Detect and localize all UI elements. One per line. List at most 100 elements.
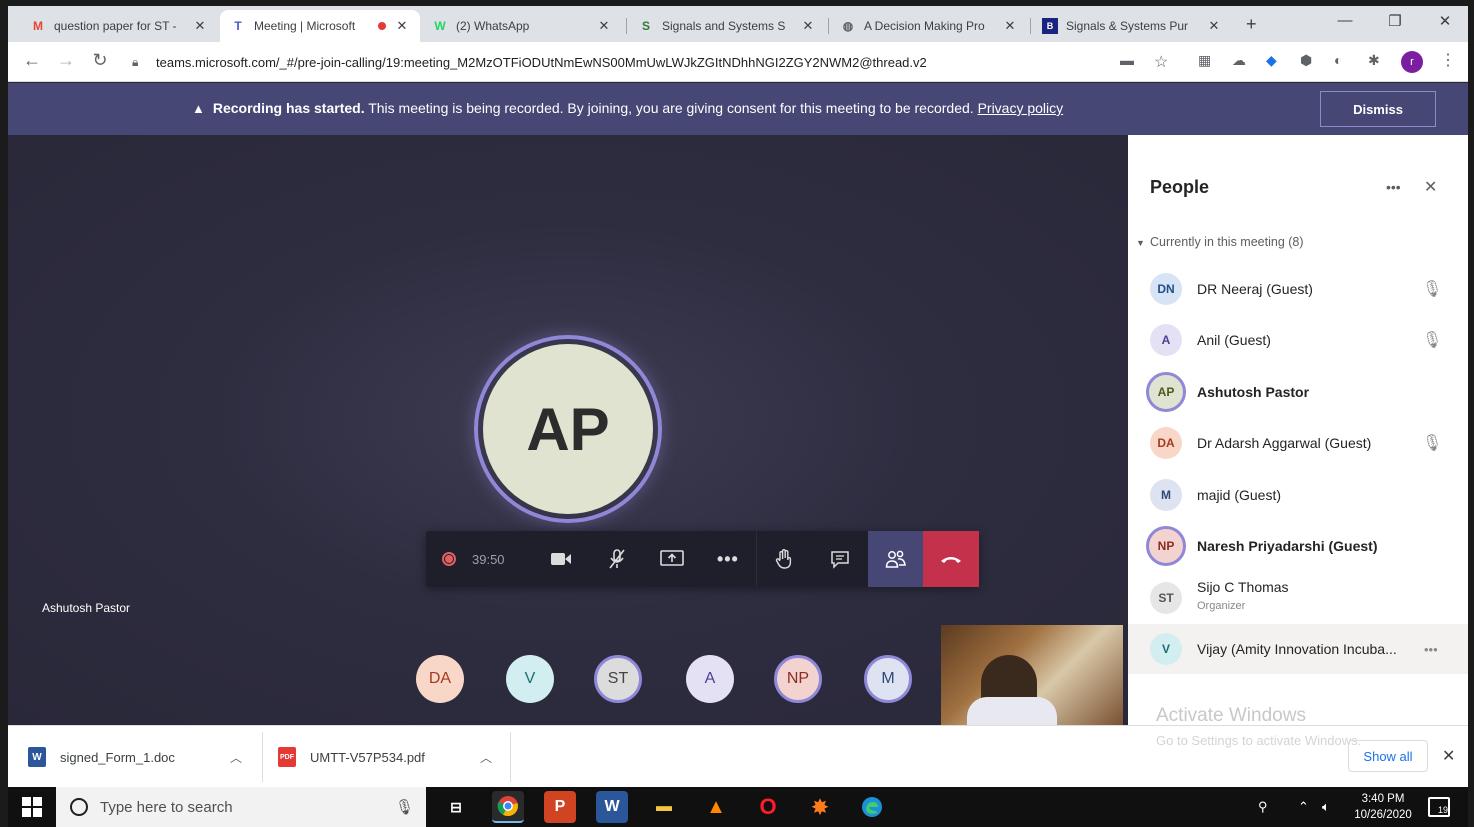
recording-message: ▲ Recording has started. This meeting is … [192, 100, 1063, 116]
lock-icon: 🔒︎ [132, 54, 139, 69]
chevron-down-icon: ▼ [1136, 238, 1145, 248]
close-tab-icon[interactable]: ✕ [192, 18, 208, 34]
extension-icon[interactable]: ◆ [1266, 52, 1277, 69]
dismiss-button[interactable]: Dismiss [1320, 91, 1436, 127]
raise-hand-button[interactable] [757, 531, 813, 587]
extension-icon[interactable]: ☁ [1232, 52, 1246, 69]
participant-row[interactable]: A Anil (Guest) 🎙︎ [1128, 315, 1468, 365]
downloads-bar: W signed_Form_1.doc ︿ PDF UMTT-V57P534.p… [8, 725, 1468, 787]
taskbar-search-box[interactable]: Type here to search 🎙︎ [56, 787, 426, 827]
recording-dot-icon [442, 552, 456, 566]
camera-permission-icon[interactable]: ▬ [1120, 52, 1134, 68]
people-icon [885, 550, 906, 568]
tab-title: (2) WhatsApp [456, 19, 530, 33]
participant-row[interactable]: NP Naresh Priyadarshi (Guest) [1128, 521, 1468, 571]
roster-avatar[interactable]: V [506, 655, 554, 703]
participant-row[interactable]: ST Sijo C Thomas Organizer [1128, 573, 1468, 623]
browser-tab[interactable]: B Signals & Systems Pur ✕ [1032, 10, 1232, 42]
show-all-downloads-button[interactable]: Show all [1348, 740, 1428, 772]
chat-button[interactable] [812, 531, 868, 587]
back-arrow-icon[interactable]: ← [20, 50, 44, 71]
close-tab-icon[interactable]: ✕ [394, 18, 410, 34]
extension-icon[interactable]: ⬢ [1300, 52, 1312, 69]
bookmark-star-icon[interactable]: ☆ [1154, 52, 1168, 72]
chevron-up-icon[interactable]: ︿ [230, 749, 242, 766]
app-icon[interactable]: ✸ [804, 791, 836, 823]
clock-time: 3:40 PM [1361, 793, 1405, 805]
address-bar[interactable]: 🔒︎ teams.microsoft.com/_#/pre-join-calli… [132, 47, 1112, 77]
participant-row[interactable]: DN DR Neeraj (Guest) 🎙︎ [1128, 264, 1468, 314]
new-tab-plus-icon[interactable]: + [1246, 14, 1257, 35]
ellipsis-icon: ••• [716, 548, 739, 569]
extension-icon[interactable]: ◐ [1334, 52, 1342, 68]
task-view-icon[interactable]: ⊟ [440, 791, 472, 823]
call-controls-bar: 39:50 ••• [426, 531, 980, 587]
browser-tab[interactable]: S Signals and Systems S ✕ [628, 10, 826, 42]
participant-row[interactable]: V Vijay (Amity Innovation Incuba... ••• [1128, 624, 1468, 674]
hang-up-button[interactable] [923, 531, 980, 587]
browser-tab[interactable]: ◍ A Decision Making Pro ✕ [830, 10, 1028, 42]
people-tray-icon[interactable]: ⚲ [1258, 799, 1268, 815]
download-item[interactable]: PDF UMTT-V57P534.pdf ︿ [278, 744, 504, 770]
roster-avatar[interactable]: ST [594, 655, 642, 703]
window-close-icon[interactable]: ✕ [1430, 12, 1460, 30]
extension-icon[interactable]: ▦ [1198, 52, 1211, 69]
close-downloads-icon[interactable]: ✕ [1442, 746, 1455, 766]
edge-app-icon[interactable] [856, 791, 888, 823]
recording-text: This meeting is being recorded. By joini… [364, 100, 978, 116]
roster-avatar[interactable]: DA [416, 655, 464, 703]
profile-avatar[interactable]: r [1401, 51, 1423, 73]
share-screen-button[interactable] [645, 531, 701, 587]
tab-title: question paper for ST - [54, 19, 177, 33]
roster-avatar[interactable]: M [864, 655, 912, 703]
self-video-preview[interactable] [941, 625, 1123, 725]
forward-arrow-icon[interactable]: → [54, 50, 78, 71]
vlc-app-icon[interactable]: ▲ [700, 791, 732, 823]
close-tab-icon[interactable]: ✕ [800, 18, 816, 34]
powerpoint-app-icon[interactable]: P [544, 791, 576, 823]
close-tab-icon[interactable]: ✕ [1206, 18, 1222, 34]
panel-close-icon[interactable]: ✕ [1424, 177, 1437, 197]
download-item[interactable]: W signed_Form_1.doc ︿ [28, 744, 254, 770]
kebab-menu-icon[interactable]: ⋮ [1440, 50, 1456, 70]
pdf-icon: PDF [278, 747, 296, 767]
participant-row[interactable]: DA Dr Adarsh Aggarwal (Guest) 🎙︎ [1128, 418, 1468, 468]
opera-app-icon[interactable]: O [752, 791, 784, 823]
extensions-puzzle-icon[interactable]: ✱ [1368, 52, 1380, 69]
close-tab-icon[interactable]: ✕ [1002, 18, 1018, 34]
row-more-options-icon[interactable]: ••• [1424, 642, 1438, 657]
system-clock[interactable]: 3:40 PM 10/26/2020 [1348, 791, 1418, 823]
participant-row[interactable]: M majid (Guest) [1128, 470, 1468, 520]
action-center-icon[interactable]: 19 [1428, 797, 1450, 817]
participant-avatar: ST [1150, 582, 1182, 614]
roster-avatar[interactable]: NP [774, 655, 822, 703]
mic-off-icon: 🎙︎ [1422, 281, 1443, 298]
minimize-icon[interactable]: — [1330, 12, 1360, 29]
video-camera-icon [551, 553, 572, 565]
file-explorer-icon[interactable]: ▬ [648, 791, 680, 823]
windows-start-icon[interactable] [22, 797, 42, 817]
participant-row[interactable]: AP Ashutosh Pastor [1128, 367, 1468, 417]
mute-button[interactable] [589, 531, 645, 587]
chevron-up-icon[interactable]: ⌃ [1298, 799, 1309, 815]
chrome-app-icon[interactable] [492, 791, 524, 823]
show-participants-button[interactable] [867, 531, 924, 587]
browser-tab-active[interactable]: T Meeting | Microsoft ✕ [220, 10, 420, 42]
in-meeting-section-header[interactable]: ▼ Currently in this meeting (8) [1136, 235, 1304, 249]
reload-icon[interactable]: ↻ [88, 50, 112, 71]
microphone-icon[interactable]: 🎙︎ [395, 798, 414, 816]
roster-avatar[interactable]: A [686, 655, 734, 703]
close-tab-icon[interactable]: ✕ [596, 18, 612, 34]
recording-indicator-icon [378, 22, 386, 30]
volume-icon[interactable]: 🔈︎ [1322, 799, 1330, 815]
privacy-policy-link[interactable]: Privacy policy [978, 100, 1064, 116]
panel-more-options-icon[interactable]: ••• [1386, 179, 1401, 195]
chevron-up-icon[interactable]: ︿ [480, 749, 492, 766]
browser-tab[interactable]: M question paper for ST - ✕ [20, 10, 218, 42]
browser-tab[interactable]: W (2) WhatsApp ✕ [422, 10, 622, 42]
camera-button[interactable] [533, 531, 589, 587]
more-actions-button[interactable]: ••• [700, 531, 756, 587]
word-app-icon[interactable]: W [596, 791, 628, 823]
restore-icon[interactable]: ❐ [1380, 12, 1410, 30]
mic-off-icon: 🎙︎ [1422, 332, 1443, 349]
